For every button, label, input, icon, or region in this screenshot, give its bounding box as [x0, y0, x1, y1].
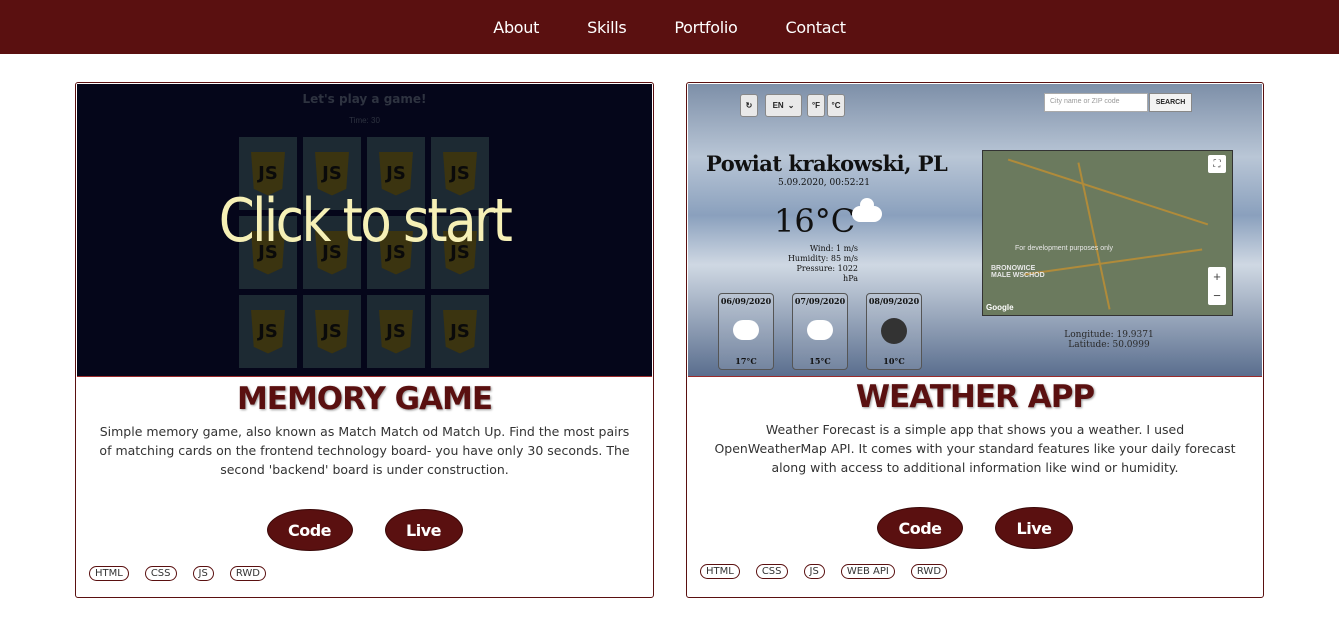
forecast-temp: 17°C — [735, 356, 757, 366]
forecast-day: 06/09/2020 17°C — [718, 293, 774, 370]
celsius-button[interactable]: °C — [827, 94, 845, 117]
tag-js: JS — [192, 566, 214, 581]
map-dev-note: For development purposes only — [1015, 245, 1114, 252]
forecast-day: 07/09/2020 15°C — [792, 293, 848, 370]
project-card-weather-app: ↻ EN ⌄ °F °C City name or ZIP code SEARCH… — [686, 82, 1264, 598]
game-card[interactable]: JS — [239, 295, 297, 368]
live-button[interactable]: Live — [384, 509, 463, 551]
js-logo-icon: JS — [379, 309, 413, 354]
humidity-value: Humidity: 85 m/s — [787, 254, 858, 263]
tag-web-api: WEB API — [840, 564, 895, 579]
city-search-input[interactable]: City name or ZIP code — [1044, 93, 1148, 112]
nav-link-portfolio[interactable]: Portfolio — [674, 18, 737, 37]
click-to-start-overlay[interactable]: Click to start — [117, 186, 612, 256]
tech-tags: HTML CSS JS WEB API RWD — [700, 564, 948, 579]
forecast-temp: 10°C — [883, 356, 905, 366]
game-card[interactable]: JS — [367, 295, 425, 368]
project-description: Simple memory game, also known as Match … — [99, 424, 630, 477]
nav-link-skills[interactable]: Skills — [587, 18, 627, 37]
fahrenheit-button[interactable]: °F — [807, 94, 825, 117]
forecast-day: 08/09/2020 10°C — [866, 293, 922, 370]
refresh-icon[interactable]: ↻ — [740, 94, 758, 117]
project-title: MEMORY GAME — [236, 381, 493, 417]
weather-details: Wind: 1 m/s Humidity: 85 m/s Pressure: 1… — [782, 244, 858, 284]
project-title: WEATHER APP — [855, 379, 1095, 415]
project-buttons: Code Live — [687, 507, 1263, 549]
project-description: Weather Forecast is a simple app that sh… — [714, 422, 1236, 475]
js-logo-icon: JS — [443, 309, 477, 354]
latitude-value: Latitude: 50.0999 — [1068, 340, 1150, 350]
rain-cloud-icon — [807, 320, 833, 340]
night-icon — [881, 318, 907, 344]
js-logo-icon: JS — [315, 309, 349, 354]
search-button[interactable]: SEARCH — [1149, 93, 1192, 112]
game-timer: Time: 30 — [349, 116, 380, 125]
map-place-label: BRONOWICE MALE WSCHOD — [991, 265, 1045, 279]
forecast-temp: 15°C — [809, 356, 831, 366]
forecast-date: 06/09/2020 — [720, 296, 772, 306]
project-card-memory-game: Let's play a game! Time: 30 JS JS JS JS … — [75, 82, 654, 598]
location-map[interactable]: For development purposes only BRONOWICE … — [982, 150, 1233, 316]
project-preview-memory-game[interactable]: Let's play a game! Time: 30 JS JS JS JS … — [77, 84, 652, 377]
wind-value: Wind: 1 m/s — [809, 244, 858, 253]
city-name: Powiat krakowski, PL — [706, 151, 948, 176]
map-zoom-control[interactable]: + − — [1208, 267, 1226, 305]
live-button[interactable]: Live — [995, 507, 1073, 549]
cloud-icon — [852, 198, 882, 222]
tag-rwd: RWD — [229, 566, 266, 581]
game-card[interactable]: JS — [303, 295, 361, 368]
zoom-out-icon[interactable]: − — [1213, 288, 1221, 303]
language-value: EN — [772, 101, 784, 110]
code-button[interactable]: Code — [877, 507, 963, 549]
game-title: Let's play a game! — [302, 92, 427, 106]
pressure-value: Pressure: 1022 hPa — [796, 264, 858, 283]
game-card[interactable]: JS — [431, 295, 489, 368]
navbar: About Skills Portfolio Contact — [0, 0, 1339, 54]
fullscreen-icon[interactable]: ⛶ — [1208, 155, 1226, 173]
current-temperature: 16°C — [774, 202, 856, 240]
forecast-date: 07/09/2020 — [794, 296, 846, 306]
js-logo-icon: JS — [251, 309, 285, 354]
nav-link-about[interactable]: About — [493, 18, 539, 37]
code-button[interactable]: Code — [266, 509, 353, 551]
forecast-date: 08/09/2020 — [868, 296, 920, 306]
tag-rwd: RWD — [910, 564, 948, 579]
tag-html: HTML — [700, 564, 740, 579]
tag-css: CSS — [755, 564, 788, 579]
rain-cloud-icon — [733, 320, 759, 340]
nav-link-contact[interactable]: Contact — [786, 18, 846, 37]
project-buttons: Code Live — [76, 509, 653, 551]
tag-js: JS — [803, 564, 825, 579]
tag-css: CSS — [144, 566, 177, 581]
google-logo: Google — [986, 303, 1014, 312]
tech-tags: HTML CSS JS RWD — [89, 566, 266, 581]
zoom-in-icon[interactable]: + — [1213, 269, 1221, 284]
coordinates: Longitude: 19.9371 Latitude: 50.0999 — [1064, 330, 1154, 350]
language-select[interactable]: EN ⌄ — [765, 94, 802, 117]
chevron-down-icon: ⌄ — [787, 101, 795, 110]
longitude-value: Longitude: 19.9371 — [1064, 330, 1154, 340]
tag-html: HTML — [89, 566, 129, 581]
project-preview-weather-app[interactable]: ↻ EN ⌄ °F °C City name or ZIP code SEARCH… — [688, 84, 1262, 377]
current-datetime: 5.09.2020, 00:52:21 — [778, 178, 870, 188]
